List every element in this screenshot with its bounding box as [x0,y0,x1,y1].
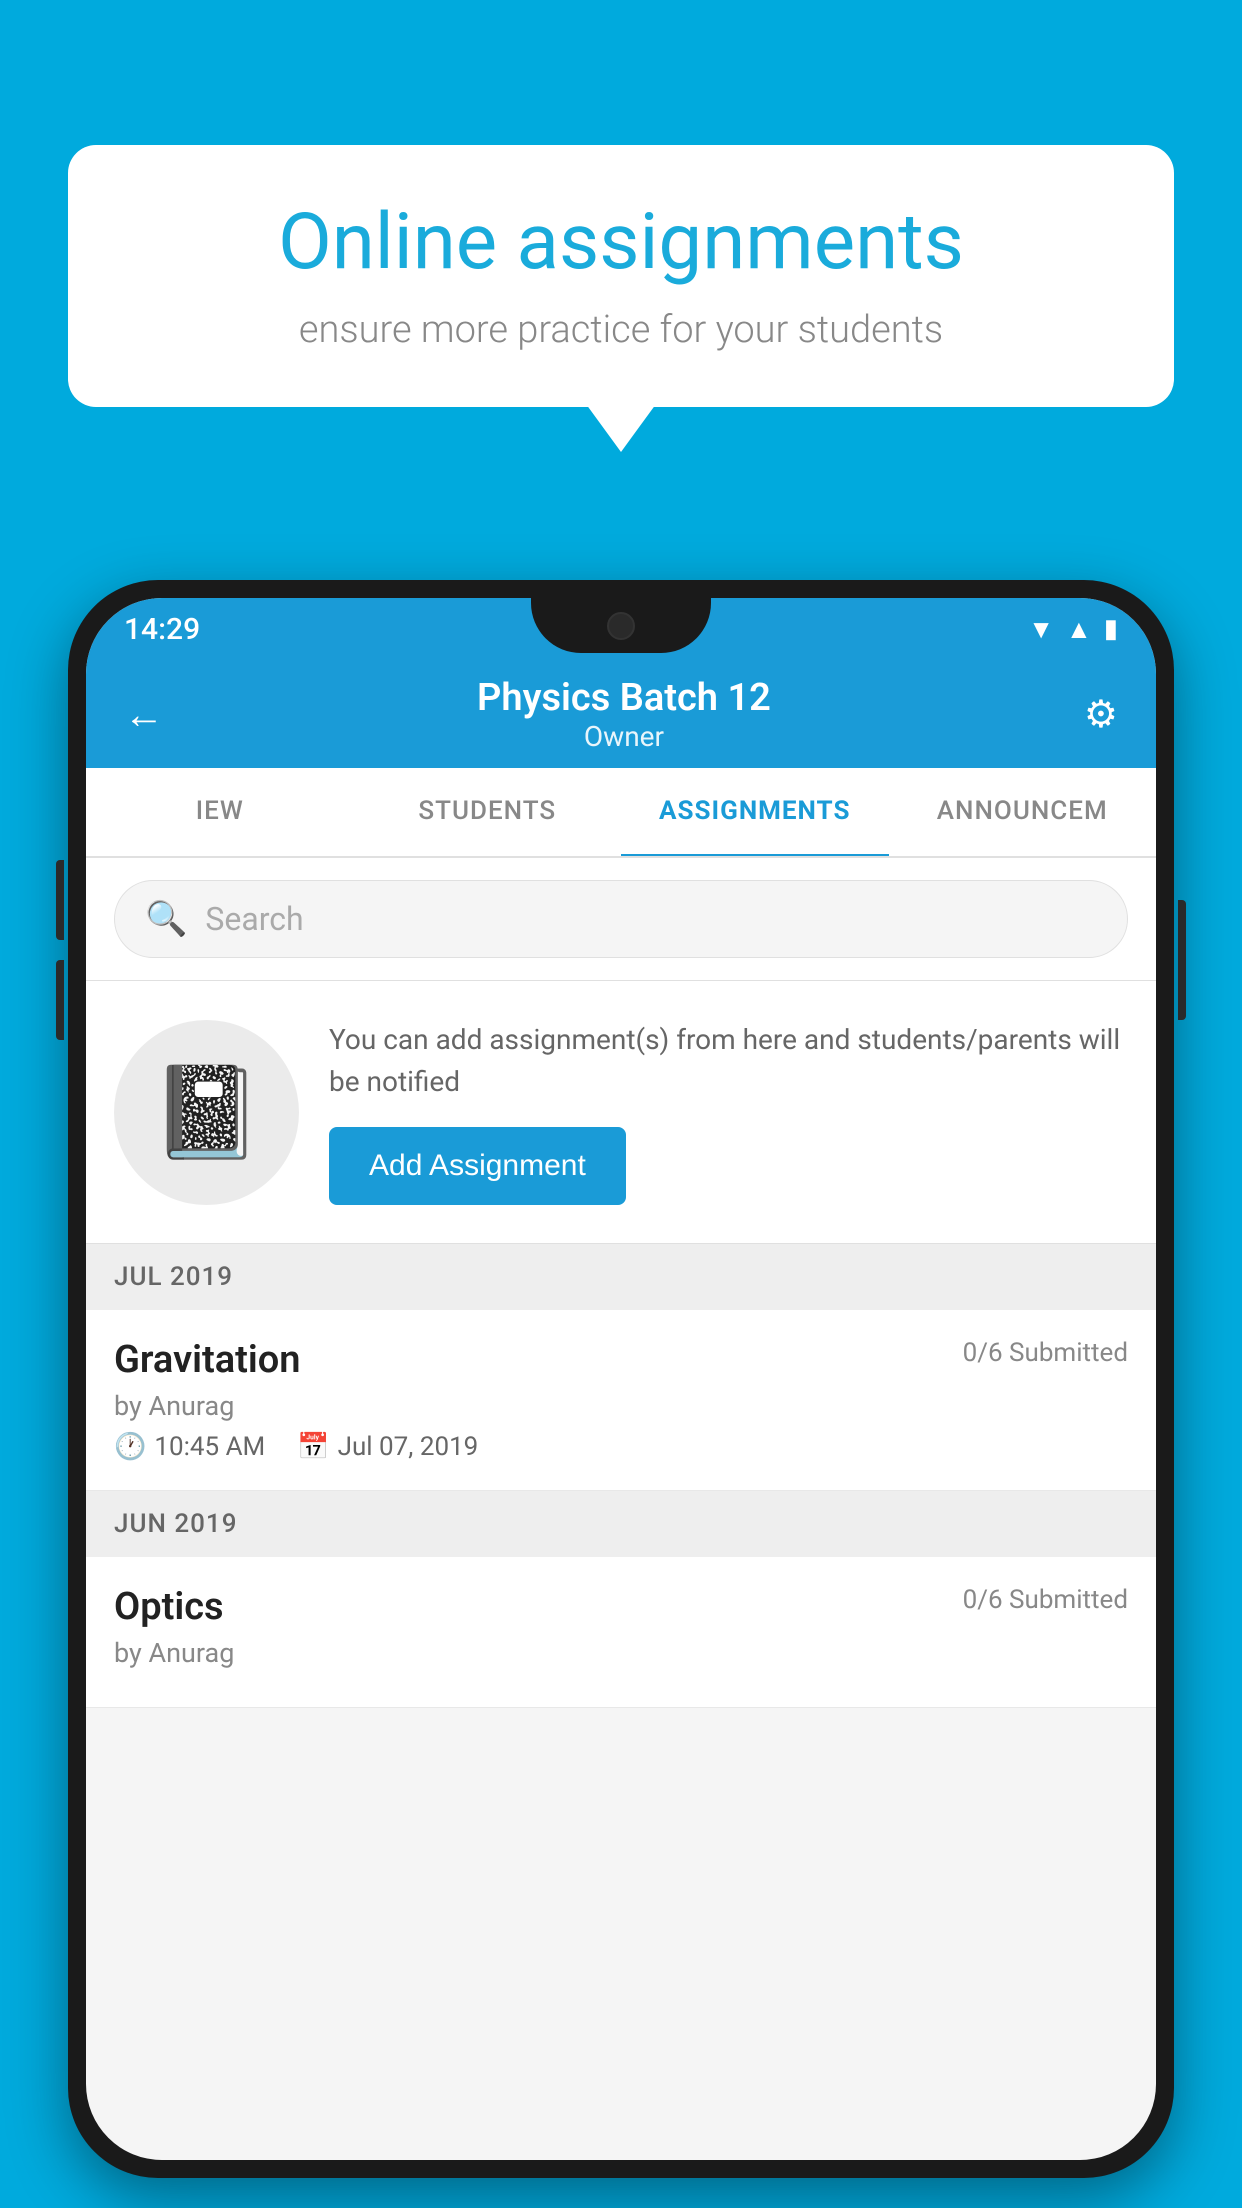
speech-bubble-subtitle: ensure more practice for your students [133,308,1109,352]
month-header-jul: JUL 2019 [86,1244,1156,1310]
status-time: 14:29 [124,612,200,647]
volume-down-button [56,960,64,1040]
add-assignment-button[interactable]: Add Assignment [329,1127,626,1205]
calendar-icon: 📅 [297,1432,329,1462]
assignment-top-optics: Optics 0/6 Submitted [114,1585,1128,1629]
assignment-meta: 🕐 10:45 AM 📅 Jul 07, 2019 [114,1432,1128,1462]
tab-announcements[interactable]: ANNOUNCEM [889,768,1157,858]
meta-date: 📅 Jul 07, 2019 [297,1432,478,1462]
speech-bubble-title: Online assignments [133,200,1109,286]
tab-assignments[interactable]: ASSIGNMENTS [621,768,889,858]
app-header: ← Physics Batch 12 Owner ⚙ [86,660,1156,768]
signal-icon: ▲ [1066,614,1092,645]
assignment-submitted-optics: 0/6 Submitted [963,1585,1128,1615]
wifi-icon: ▼ [1028,614,1054,645]
tabs-container: IEW STUDENTS ASSIGNMENTS ANNOUNCEM [86,768,1156,858]
phone-frame: 14:29 ▼ ▲ ▮ ← Physics Batch 12 Owner ⚙ I… [68,580,1174,2178]
volume-up-button [56,860,64,940]
assignment-item-optics[interactable]: Optics 0/6 Submitted by Anurag [86,1557,1156,1708]
phone-screen: 14:29 ▼ ▲ ▮ ← Physics Batch 12 Owner ⚙ I… [86,598,1156,2160]
assignment-submitted: 0/6 Submitted [963,1338,1128,1368]
assignment-top: Gravitation 0/6 Submitted [114,1338,1128,1382]
clock-icon: 🕐 [114,1432,146,1462]
month-header-jun: JUN 2019 [86,1491,1156,1557]
status-icons: ▼ ▲ ▮ [1028,614,1118,645]
notebook-icon: 📓 [150,1060,262,1165]
search-container: 🔍 Search [86,858,1156,981]
tab-iew[interactable]: IEW [86,768,354,858]
back-button[interactable]: ← [124,691,164,738]
speech-bubble: Online assignments ensure more practice … [68,145,1174,407]
phone-content: IEW STUDENTS ASSIGNMENTS ANNOUNCEM 🔍 Sea… [86,768,1156,2160]
cta-icon-circle: 📓 [114,1020,299,1205]
assignment-name-optics: Optics [114,1585,224,1629]
tab-students[interactable]: STUDENTS [354,768,622,858]
search-bar[interactable]: 🔍 Search [114,880,1128,958]
assignment-name: Gravitation [114,1338,301,1382]
assignment-author: by Anurag [114,1390,1128,1422]
header-center: Physics Batch 12 Owner [477,676,771,753]
search-icon: 🔍 [145,899,187,939]
meta-time: 🕐 10:45 AM [114,1432,265,1462]
cta-content: You can add assignment(s) from here and … [329,1019,1128,1205]
notch [531,598,711,653]
assignment-author-optics: by Anurag [114,1637,1128,1669]
header-title: Physics Batch 12 [477,676,771,720]
camera [607,612,635,640]
assignment-item-gravitation[interactable]: Gravitation 0/6 Submitted by Anurag 🕐 10… [86,1310,1156,1491]
cta-description: You can add assignment(s) from here and … [329,1019,1128,1103]
settings-button[interactable]: ⚙ [1084,692,1118,737]
battery-icon: ▮ [1104,614,1118,644]
assignment-date: Jul 07, 2019 [338,1432,479,1462]
header-subtitle: Owner [477,720,771,753]
cta-section: 📓 You can add assignment(s) from here an… [86,981,1156,1244]
assignment-time: 10:45 AM [154,1432,265,1462]
search-placeholder: Search [205,900,303,938]
power-button [1178,900,1186,1020]
speech-bubble-container: Online assignments ensure more practice … [68,145,1174,407]
